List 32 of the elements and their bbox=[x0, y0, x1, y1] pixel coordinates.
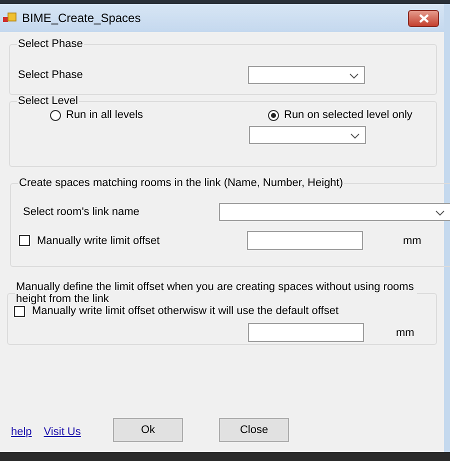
close-button[interactable] bbox=[408, 10, 439, 26]
radio-button[interactable] bbox=[268, 110, 279, 120]
chevron-down-icon bbox=[349, 73, 359, 79]
dialog-button[interactable]: Close bbox=[219, 418, 289, 442]
app-icon bbox=[3, 12, 17, 24]
radio-label[interactable]: Run in all levels bbox=[66, 109, 144, 121]
field-label: Select Phase bbox=[17, 69, 84, 81]
window-title: BIME_Create_Spaces bbox=[22, 11, 142, 25]
link[interactable]: help bbox=[11, 426, 32, 438]
group-title: Select Level bbox=[17, 95, 79, 107]
unit-label: mm bbox=[403, 234, 422, 246]
dropdown[interactable] bbox=[248, 66, 365, 84]
close-icon bbox=[418, 14, 428, 22]
group-title: Create spaces matching rooms in the link (Name, Number, Height) bbox=[18, 177, 344, 189]
checkbox[interactable] bbox=[19, 235, 30, 246]
checkbox-label[interactable]: Manually write limit offset bbox=[37, 234, 160, 246]
chevron-down-icon bbox=[350, 133, 360, 139]
dialog-button[interactable]: Ok bbox=[113, 418, 183, 442]
link[interactable]: Visit Us bbox=[44, 426, 81, 438]
checkbox[interactable] bbox=[14, 306, 25, 316]
field-label: Select room's link name bbox=[22, 206, 140, 218]
unit-label: mm bbox=[396, 326, 414, 338]
dropdown[interactable] bbox=[249, 126, 366, 144]
input-field[interactable] bbox=[247, 231, 363, 250]
input-field[interactable] bbox=[248, 323, 364, 342]
chevron-down-icon bbox=[435, 210, 445, 216]
group-title: Select Phase bbox=[17, 38, 84, 50]
checkbox-label[interactable]: Manually write limit offset otherwisw it will use the default offset bbox=[32, 305, 339, 317]
group-title: Manually define the limit offset when you are creating spaces without using rooms height from the link bbox=[15, 281, 415, 305]
radio-button[interactable] bbox=[50, 110, 61, 120]
dropdown[interactable] bbox=[219, 203, 450, 221]
radio-label[interactable]: Run on selected level only bbox=[284, 109, 412, 121]
